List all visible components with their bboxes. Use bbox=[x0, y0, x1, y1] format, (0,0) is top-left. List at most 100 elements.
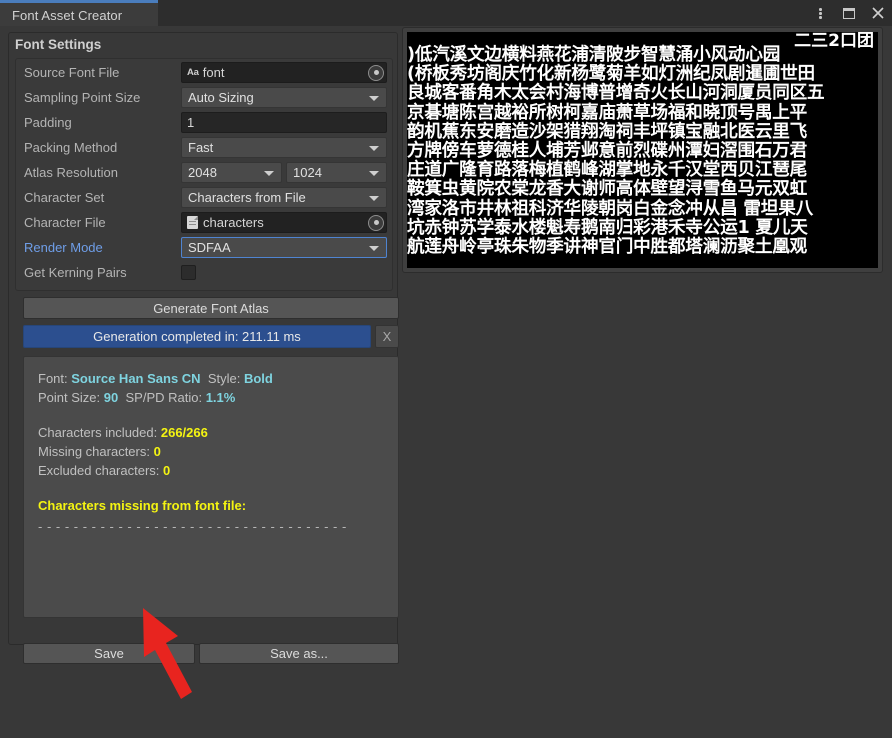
tab-label: Font Asset Creator bbox=[12, 8, 123, 23]
more-options-icon[interactable] bbox=[812, 5, 828, 21]
cancel-generation-button[interactable]: X bbox=[375, 325, 399, 348]
info-excluded-label: Excluded characters: bbox=[38, 463, 160, 478]
row-packing-method: Packing Method Fast bbox=[16, 136, 392, 161]
window-controls bbox=[812, 0, 886, 26]
value-packing-method: Fast bbox=[188, 140, 214, 155]
label-character-set: Character Set bbox=[24, 190, 105, 205]
atlas-glyph-row: )低汽溪文边横料燕花浦清陂步智慧涌小风动心园 bbox=[407, 45, 781, 65]
chevron-down-icon bbox=[369, 145, 379, 151]
value-character-set: Characters from File bbox=[188, 190, 306, 205]
label-source-font-file: Source Font File bbox=[24, 65, 120, 80]
row-atlas-resolution: Atlas Resolution 2048 1024 bbox=[16, 161, 392, 186]
row-sampling-point-size: Sampling Point Size Auto Sizing bbox=[16, 86, 392, 111]
font-settings-panel: Font Settings Source Font File Aa font S… bbox=[8, 32, 399, 664]
value-source-font-file: font bbox=[202, 65, 225, 80]
input-padding[interactable]: 1 bbox=[181, 112, 387, 133]
generate-button-label: Generate Font Atlas bbox=[153, 300, 269, 316]
dropdown-packing-method[interactable]: Fast bbox=[181, 137, 387, 158]
label-packing-method: Packing Method bbox=[24, 140, 118, 155]
title-bar: Font Asset Creator bbox=[0, 0, 892, 26]
atlas-glyph-row: (桥板秀坊阁庆竹化新杨鹭菊羊如灯洲纪凤剧暹圃世田 bbox=[407, 64, 815, 85]
save-as-button-label: Save as... bbox=[270, 646, 328, 661]
maximize-icon[interactable] bbox=[841, 5, 857, 21]
info-font-value: Source Han Sans CN bbox=[71, 371, 201, 386]
value-atlas-height: 1024 bbox=[293, 165, 322, 180]
dropdown-sampling-point-size[interactable]: Auto Sizing bbox=[181, 87, 387, 108]
label-sampling-point-size: Sampling Point Size bbox=[24, 90, 141, 105]
info-style-label: Style: bbox=[207, 371, 241, 386]
field-source-font-file[interactable]: Aa font bbox=[181, 62, 387, 83]
field-character-file[interactable]: characters bbox=[181, 212, 387, 233]
info-included-label: Characters included: bbox=[38, 425, 158, 440]
object-picker-icon[interactable] bbox=[368, 214, 384, 231]
atlas-glyph-row: 庄道广隆育路落梅植鹤峰湖掌地永千汉堂西贝江琶尾 bbox=[407, 160, 808, 181]
info-point-size-value: 90 bbox=[103, 390, 119, 405]
dropdown-atlas-width[interactable]: 2048 bbox=[181, 162, 282, 183]
info-ratio-value: 1.1% bbox=[205, 390, 236, 405]
info-included-line: Characters included: 266/266 bbox=[38, 423, 384, 442]
info-ratio-label: SP/PD Ratio: bbox=[125, 390, 203, 405]
font-atlas-preview[interactable]: 二三2口团 )低汽溪文边横料燕花浦清陂步智慧涌小风动心园 (桥板秀坊阁庆竹化新杨鹭… bbox=[402, 27, 883, 273]
row-source-font-file: Source Font File Aa font bbox=[16, 61, 392, 86]
info-missing-label: Missing characters: bbox=[38, 444, 150, 459]
save-as-button[interactable]: Save as... bbox=[199, 643, 399, 664]
atlas-glyph-row: 良城客番角木太会村海博普增奇火长山河洞厦员同区五 bbox=[407, 83, 825, 104]
settings-fields-box: Source Font File Aa font Sampling Point … bbox=[15, 58, 393, 291]
chevron-down-icon bbox=[369, 245, 379, 251]
cancel-label: X bbox=[382, 329, 392, 344]
info-divider: - - - - - - - - - - - - - - - - - - - - … bbox=[38, 519, 347, 534]
atlas-texture: 二三2口团 )低汽溪文边横料燕花浦清陂步智慧涌小风动心园 (桥板秀坊阁庆竹化新杨鹭… bbox=[407, 32, 878, 268]
section-title: Font Settings bbox=[15, 37, 102, 52]
label-atlas-resolution: Atlas Resolution bbox=[24, 165, 118, 180]
tab-font-asset-creator[interactable]: Font Asset Creator bbox=[0, 0, 158, 26]
atlas-glyph-row: 韵机蕉东安磨造沙架猎翔淘祠丰坪镇宝融北医云里飞 bbox=[407, 121, 808, 142]
save-button[interactable]: Save bbox=[23, 643, 195, 664]
atlas-glyph-row: 方牌傍车萝德桂人埔芳邺意前烈碟州潭妇滘围石万君 bbox=[407, 141, 808, 162]
progress-label: Generation completed in: 211.11 ms bbox=[93, 329, 301, 344]
dropdown-character-set[interactable]: Characters from File bbox=[181, 187, 387, 208]
label-get-kerning-pairs: Get Kerning Pairs bbox=[24, 265, 127, 280]
chevron-down-icon bbox=[369, 95, 379, 101]
font-info-box: Font: Source Han Sans CN Style: Bold Poi… bbox=[23, 356, 399, 618]
row-padding: Padding 1 bbox=[16, 111, 392, 136]
value-atlas-width: 2048 bbox=[188, 165, 217, 180]
info-missing-line: Missing characters: 0 bbox=[38, 442, 384, 461]
info-font-line: Font: Source Han Sans CN Style: Bold bbox=[38, 369, 384, 388]
chevron-down-icon bbox=[264, 170, 274, 176]
label-character-file: Character File bbox=[24, 215, 106, 230]
dropdown-render-mode[interactable]: SDFAA bbox=[181, 237, 387, 258]
atlas-glyph-row: 鞍箕虫黄院农棠龙香大谢师高体壁望浔雪鱼马元双虹 bbox=[407, 179, 808, 200]
info-excluded-value: 0 bbox=[163, 463, 171, 478]
atlas-resolution-controls: 2048 1024 bbox=[181, 162, 387, 183]
close-icon[interactable] bbox=[870, 5, 886, 21]
label-render-mode: Render Mode bbox=[24, 240, 103, 255]
atlas-glyph-row: 京碁塘陈宫越裕所树柯嘉庙萧草场福和晓顶号禺上平 bbox=[407, 102, 808, 123]
generate-font-atlas-button[interactable]: Generate Font Atlas bbox=[23, 297, 399, 319]
row-render-mode: Render Mode SDFAA bbox=[16, 236, 392, 261]
row-get-kerning-pairs: Get Kerning Pairs bbox=[16, 261, 392, 286]
atlas-glyph-row: 航莲舟岭亭珠朱物季讲神官门中胜都塔澜沥聚土凰观 bbox=[407, 237, 808, 258]
save-button-label: Save bbox=[94, 646, 124, 661]
info-missing-heading: Characters missing from font file: bbox=[38, 498, 247, 513]
info-point-size-label: Point Size: bbox=[38, 390, 101, 405]
checkbox-get-kerning-pairs[interactable] bbox=[181, 262, 387, 283]
chevron-down-icon bbox=[369, 195, 379, 201]
info-point-size-line: Point Size: 90 SP/PD Ratio: 1.1% bbox=[38, 388, 384, 407]
value-render-mode: SDFAA bbox=[188, 240, 231, 255]
info-excluded-line: Excluded characters: 0 bbox=[38, 461, 384, 480]
progress-bar: Generation completed in: 211.11 ms bbox=[23, 325, 371, 348]
object-picker-icon[interactable] bbox=[368, 64, 384, 81]
info-missing-value: 0 bbox=[153, 444, 161, 459]
info-font-label: Font: bbox=[38, 371, 68, 386]
info-included-value: 266/266 bbox=[160, 425, 208, 440]
value-sampling-point-size: Auto Sizing bbox=[188, 90, 254, 105]
font-asset-creator-window: Font Asset Creator Font Settings Source … bbox=[0, 0, 892, 738]
dropdown-atlas-height[interactable]: 1024 bbox=[286, 162, 387, 183]
generation-status: Generation completed in: 211.11 ms X bbox=[23, 325, 399, 348]
atlas-glyph-row: 坑赤钟苏学泰水楼魁寿鹅南归彩港禾寺公运1 夏儿天 bbox=[407, 217, 808, 238]
info-style-value: Bold bbox=[243, 371, 273, 386]
atlas-glyph-row: 湾家洛市井林祖科济华陵朝岗白金念冲从昌 雷坦果八 bbox=[407, 198, 813, 219]
value-character-file: characters bbox=[203, 215, 264, 230]
row-character-set: Character Set Characters from File bbox=[16, 186, 392, 211]
label-padding: Padding bbox=[24, 115, 72, 130]
